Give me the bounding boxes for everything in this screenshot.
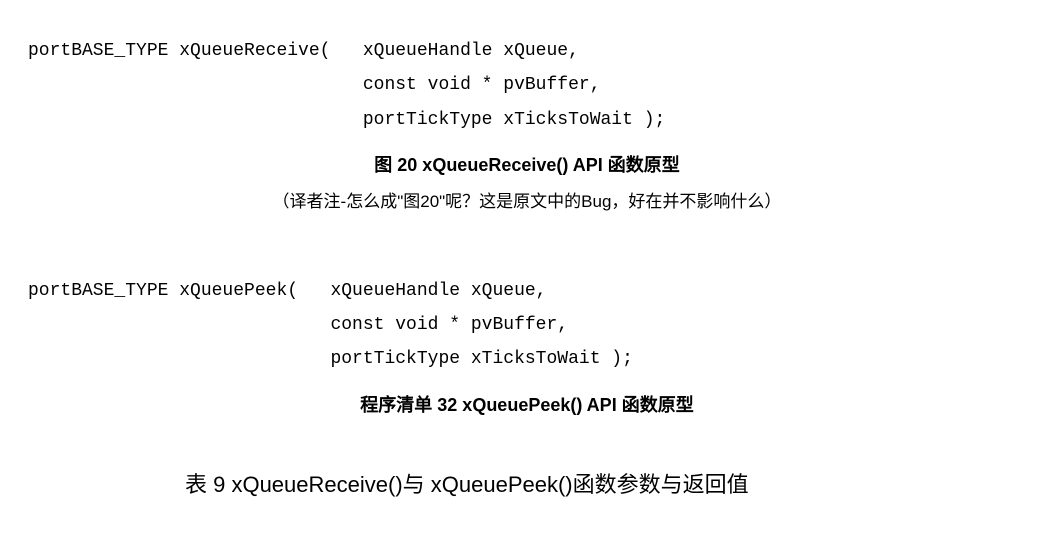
code-block-receive: portBASE_TYPE xQueueReceive( xQueueHandl… — [0, 0, 1054, 137]
code-block-peek: portBASE_TYPE xQueuePeek( xQueueHandle x… — [0, 240, 1054, 377]
code-line: portBASE_TYPE xQueuePeek( xQueueHandle x… — [28, 281, 546, 301]
table-title-9: 表 9 xQueueReceive()与 xQueuePeek()函数参数与返回… — [0, 467, 1054, 499]
code-line: portBASE_TYPE xQueueReceive( xQueueHandl… — [28, 41, 579, 61]
code-line: portTickType xTicksToWait ); — [28, 110, 665, 130]
figure-caption-20: 图 20 xQueueReceive() API 函数原型 — [0, 151, 1054, 177]
listing-caption-32: 程序清单 32 xQueuePeek() API 函数原型 — [0, 391, 1054, 417]
code-line: const void * pvBuffer, — [28, 75, 601, 95]
code-line: portTickType xTicksToWait ); — [28, 349, 633, 369]
code-line: const void * pvBuffer, — [28, 315, 568, 335]
translator-note: （译者注-怎么成"图20"呢？这是原文中的Bug，好在并不影响什么） — [0, 187, 1054, 212]
